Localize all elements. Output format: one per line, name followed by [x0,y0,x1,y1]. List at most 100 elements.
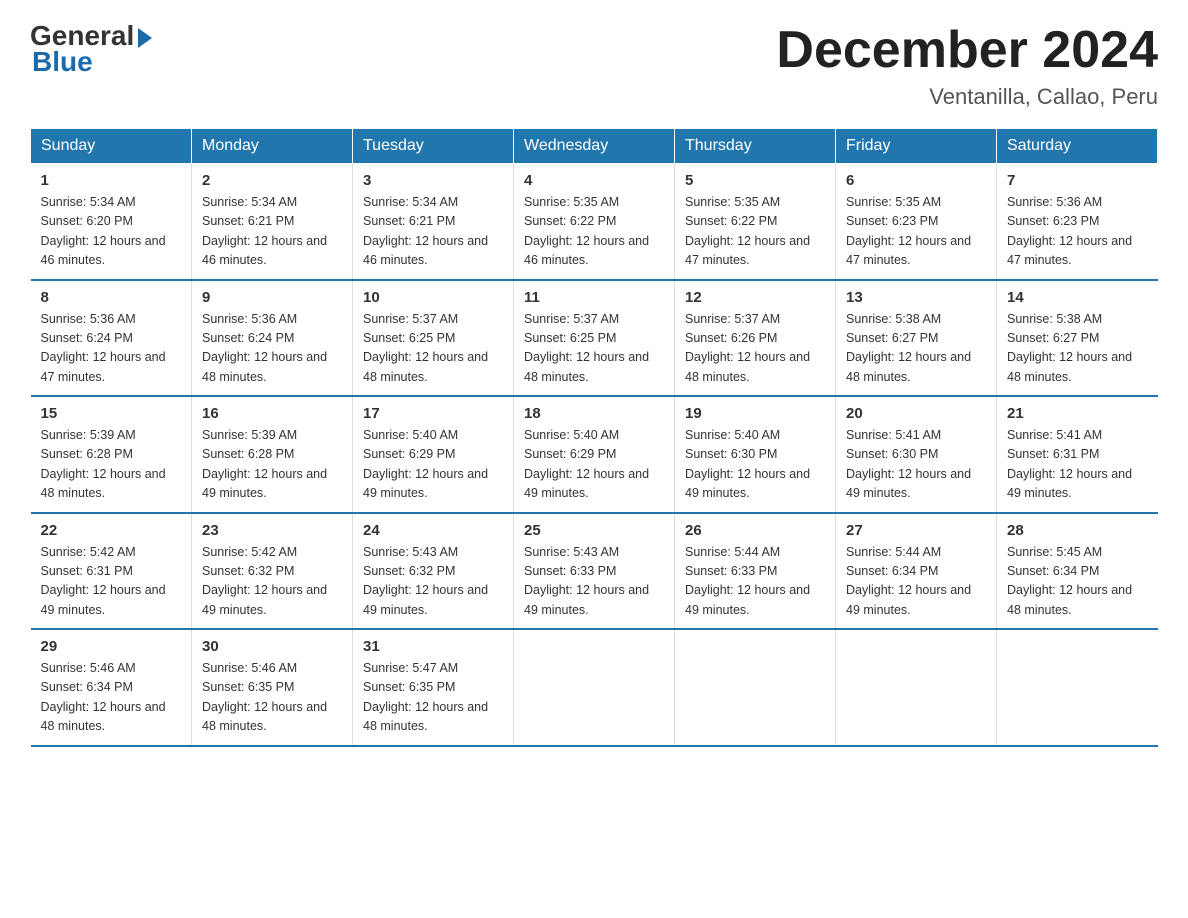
calendar-cell: 9 Sunrise: 5:36 AMSunset: 6:24 PMDaylight… [192,280,353,397]
day-info: Sunrise: 5:37 AMSunset: 6:26 PMDaylight:… [685,310,825,388]
day-number: 27 [846,522,986,539]
month-title: December 2024 [776,20,1158,80]
day-number: 23 [202,522,342,539]
week-row-3: 15 Sunrise: 5:39 AMSunset: 6:28 PMDayligh… [31,396,1158,513]
calendar-cell [997,629,1158,746]
day-number: 12 [685,289,825,306]
day-number: 28 [1007,522,1148,539]
logo-arrow-icon [138,28,152,48]
day-info: Sunrise: 5:37 AMSunset: 6:25 PMDaylight:… [363,310,503,388]
calendar-cell: 5Sunrise: 5:35 AMSunset: 6:22 PMDaylight… [675,164,836,280]
calendar-cell [675,629,836,746]
day-info: Sunrise: 5:36 AMSunset: 6:24 PMDaylight:… [202,310,342,388]
day-info: Sunrise: 5:40 AMSunset: 6:29 PMDaylight:… [363,426,503,504]
day-number: 4 [524,172,664,189]
calendar-cell: 22Sunrise: 5:42 AMSunset: 6:31 PMDayligh… [31,513,192,630]
calendar-cell: 16Sunrise: 5:39 AMSunset: 6:28 PMDayligh… [192,396,353,513]
day-number: 25 [524,522,664,539]
day-info: Sunrise: 5:35 AMSunset: 6:23 PMDaylight:… [846,193,986,271]
calendar-cell: 26 Sunrise: 5:44 AMSunset: 6:33 PMDayligh… [675,513,836,630]
calendar-cell: 8 Sunrise: 5:36 AMSunset: 6:24 PMDaylight… [31,280,192,397]
title-section: December 2024 Ventanilla, Callao, Peru [776,20,1158,110]
calendar-cell: 6 Sunrise: 5:35 AMSunset: 6:23 PMDaylight… [836,164,997,280]
calendar-cell: 10 Sunrise: 5:37 AMSunset: 6:25 PMDayligh… [353,280,514,397]
day-info: Sunrise: 5:44 AMSunset: 6:34 PMDaylight:… [846,543,986,621]
day-number: 19 [685,405,825,422]
header-thursday: Thursday [675,129,836,164]
logo: General Blue [30,20,152,78]
calendar-cell: 15 Sunrise: 5:39 AMSunset: 6:28 PMDayligh… [31,396,192,513]
header-saturday: Saturday [997,129,1158,164]
day-number: 21 [1007,405,1148,422]
day-number: 26 [685,522,825,539]
calendar-cell: 18Sunrise: 5:40 AMSunset: 6:29 PMDayligh… [514,396,675,513]
calendar-cell: 21 Sunrise: 5:41 AMSunset: 6:31 PMDayligh… [997,396,1158,513]
day-number: 14 [1007,289,1148,306]
day-info: Sunrise: 5:37 AMSunset: 6:25 PMDaylight:… [524,310,664,388]
day-number: 13 [846,289,986,306]
day-number: 2 [202,172,342,189]
calendar-cell: 19 Sunrise: 5:40 AMSunset: 6:30 PMDayligh… [675,396,836,513]
calendar-cell [836,629,997,746]
day-number: 15 [41,405,182,422]
location-subtitle: Ventanilla, Callao, Peru [776,84,1158,110]
header-sunday: Sunday [31,129,192,164]
day-number: 10 [363,289,503,306]
header-monday: Monday [192,129,353,164]
week-row-5: 29 Sunrise: 5:46 AMSunset: 6:34 PMDayligh… [31,629,1158,746]
calendar-cell: 3Sunrise: 5:34 AMSunset: 6:21 PMDaylight… [353,164,514,280]
day-info: Sunrise: 5:42 AMSunset: 6:32 PMDaylight:… [202,543,342,621]
calendar-cell [514,629,675,746]
day-number: 6 [846,172,986,189]
calendar-cell: 29 Sunrise: 5:46 AMSunset: 6:34 PMDayligh… [31,629,192,746]
calendar-cell: 12 Sunrise: 5:37 AMSunset: 6:26 PMDayligh… [675,280,836,397]
day-info: Sunrise: 5:36 AMSunset: 6:23 PMDaylight:… [1007,193,1148,271]
calendar-cell: 25 Sunrise: 5:43 AMSunset: 6:33 PMDayligh… [514,513,675,630]
header-tuesday: Tuesday [353,129,514,164]
calendar-cell: 30Sunrise: 5:46 AMSunset: 6:35 PMDayligh… [192,629,353,746]
calendar-cell: 20 Sunrise: 5:41 AMSunset: 6:30 PMDayligh… [836,396,997,513]
day-number: 9 [202,289,342,306]
day-number: 20 [846,405,986,422]
day-number: 30 [202,638,342,655]
day-info: Sunrise: 5:38 AMSunset: 6:27 PMDaylight:… [1007,310,1148,388]
day-info: Sunrise: 5:40 AMSunset: 6:29 PMDaylight:… [524,426,664,504]
day-info: Sunrise: 5:45 AMSunset: 6:34 PMDaylight:… [1007,543,1148,621]
day-number: 1 [41,172,182,189]
calendar-cell: 23 Sunrise: 5:42 AMSunset: 6:32 PMDayligh… [192,513,353,630]
day-info: Sunrise: 5:34 AMSunset: 6:21 PMDaylight:… [202,193,342,271]
day-number: 31 [363,638,503,655]
day-info: Sunrise: 5:41 AMSunset: 6:31 PMDaylight:… [1007,426,1148,504]
day-info: Sunrise: 5:47 AMSunset: 6:35 PMDaylight:… [363,659,503,737]
calendar-cell: 14 Sunrise: 5:38 AMSunset: 6:27 PMDayligh… [997,280,1158,397]
header-wednesday: Wednesday [514,129,675,164]
calendar-cell: 17 Sunrise: 5:40 AMSunset: 6:29 PMDayligh… [353,396,514,513]
week-row-2: 8 Sunrise: 5:36 AMSunset: 6:24 PMDaylight… [31,280,1158,397]
day-info: Sunrise: 5:39 AMSunset: 6:28 PMDaylight:… [202,426,342,504]
day-number: 29 [41,638,182,655]
day-number: 17 [363,405,503,422]
calendar-cell: 1Sunrise: 5:34 AMSunset: 6:20 PMDaylight… [31,164,192,280]
calendar-cell: 27 Sunrise: 5:44 AMSunset: 6:34 PMDayligh… [836,513,997,630]
day-info: Sunrise: 5:38 AMSunset: 6:27 PMDaylight:… [846,310,986,388]
day-number: 22 [41,522,182,539]
day-number: 24 [363,522,503,539]
day-info: Sunrise: 5:41 AMSunset: 6:30 PMDaylight:… [846,426,986,504]
week-row-4: 22Sunrise: 5:42 AMSunset: 6:31 PMDayligh… [31,513,1158,630]
day-number: 8 [41,289,182,306]
day-info: Sunrise: 5:35 AMSunset: 6:22 PMDaylight:… [524,193,664,271]
day-info: Sunrise: 5:40 AMSunset: 6:30 PMDaylight:… [685,426,825,504]
calendar-cell: 31 Sunrise: 5:47 AMSunset: 6:35 PMDayligh… [353,629,514,746]
day-info: Sunrise: 5:39 AMSunset: 6:28 PMDaylight:… [41,426,182,504]
calendar-cell: 2 Sunrise: 5:34 AMSunset: 6:21 PMDaylight… [192,164,353,280]
day-number: 7 [1007,172,1148,189]
calendar-cell: 4 Sunrise: 5:35 AMSunset: 6:22 PMDaylight… [514,164,675,280]
day-info: Sunrise: 5:36 AMSunset: 6:24 PMDaylight:… [41,310,182,388]
calendar-cell: 11Sunrise: 5:37 AMSunset: 6:25 PMDayligh… [514,280,675,397]
calendar-cell: 7 Sunrise: 5:36 AMSunset: 6:23 PMDaylight… [997,164,1158,280]
day-info: Sunrise: 5:46 AMSunset: 6:34 PMDaylight:… [41,659,182,737]
day-info: Sunrise: 5:43 AMSunset: 6:33 PMDaylight:… [524,543,664,621]
day-number: 5 [685,172,825,189]
calendar-cell: 13 Sunrise: 5:38 AMSunset: 6:27 PMDayligh… [836,280,997,397]
day-info: Sunrise: 5:44 AMSunset: 6:33 PMDaylight:… [685,543,825,621]
